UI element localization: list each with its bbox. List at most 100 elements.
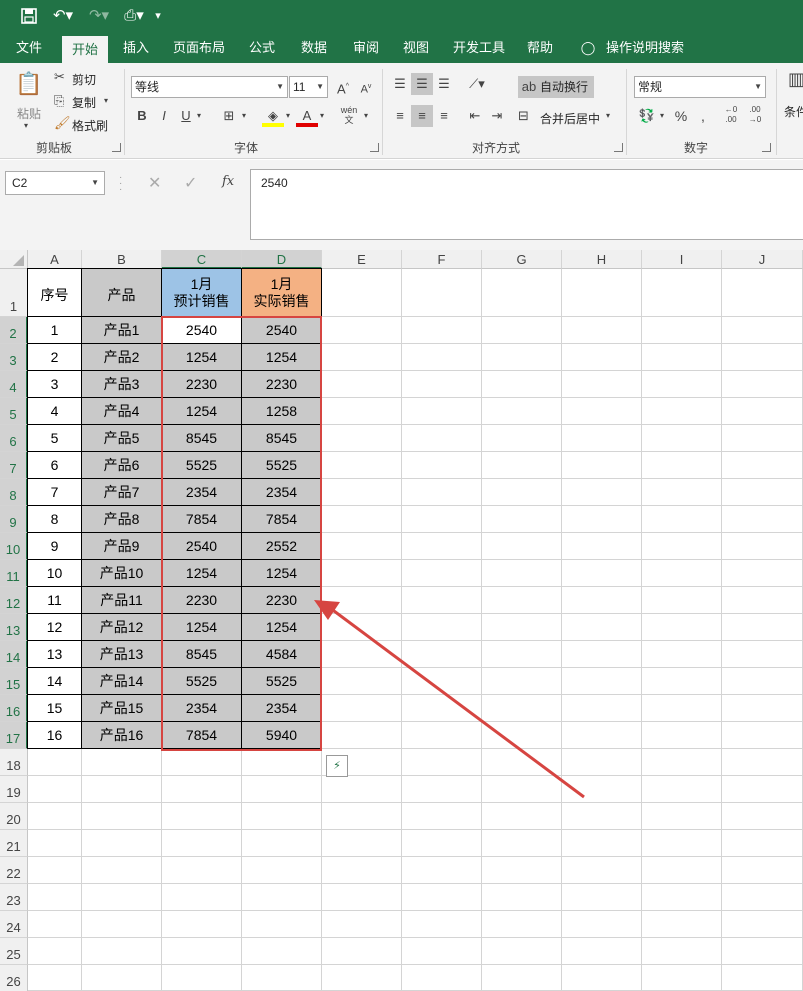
decrease-decimal-icon[interactable]: .00 →0	[744, 105, 766, 127]
row-header-25[interactable]: 25	[0, 938, 28, 965]
row-header-2[interactable]: 2	[0, 317, 28, 344]
row-header-12[interactable]: 12	[0, 587, 28, 614]
cell-product[interactable]: 产品5	[82, 425, 161, 451]
row-header-13[interactable]: 13	[0, 614, 28, 641]
cell-product[interactable]: 产品8	[82, 506, 161, 532]
cell-product[interactable]: 产品7	[82, 479, 161, 505]
cell-product[interactable]: 产品10	[82, 560, 161, 586]
row-header-20[interactable]: 20	[0, 803, 28, 830]
cell-seq[interactable]: 7	[28, 479, 81, 505]
header-cell-seq[interactable]: 序号	[28, 269, 81, 316]
header-cell-plan[interactable]: 1月 预计销售	[162, 269, 241, 316]
cell-seq[interactable]: 10	[28, 560, 81, 586]
align-middle-icon[interactable]: ☰	[411, 73, 433, 95]
cell-seq[interactable]: 2	[28, 344, 81, 370]
column-header-j[interactable]: J	[722, 250, 803, 269]
clipboard-launcher-icon[interactable]	[112, 143, 121, 152]
header-cell-product[interactable]: 产品	[82, 269, 161, 316]
cell-product[interactable]: 产品11	[82, 587, 161, 613]
tab-home[interactable]: 开始	[62, 36, 108, 63]
cell-product[interactable]: 产品3	[82, 371, 161, 397]
select-all-corner[interactable]	[0, 250, 28, 269]
cell-seq[interactable]: 15	[28, 695, 81, 721]
decrease-indent-icon[interactable]: ⇤	[464, 105, 486, 127]
row-header-21[interactable]: 21	[0, 830, 28, 857]
cell-product[interactable]: 产品2	[82, 344, 161, 370]
conditional-format-icon[interactable]: ▥	[788, 69, 803, 90]
format-painter-button[interactable]: 格式刷	[72, 117, 108, 134]
cell-product[interactable]: 产品15	[82, 695, 161, 721]
insert-function-icon[interactable]: fx	[222, 174, 234, 189]
form-icon[interactable]: ⎙▾	[120, 4, 148, 28]
font-color-icon[interactable]: A	[296, 105, 318, 127]
row-header-19[interactable]: 19	[0, 776, 28, 803]
fill-dropdown-icon[interactable]: ▾	[282, 105, 294, 127]
font-size-select[interactable]: 11 ▼	[289, 76, 328, 98]
row-header-23[interactable]: 23	[0, 884, 28, 911]
tab-developer[interactable]: 开发工具	[448, 33, 510, 63]
number-format-select[interactable]: 常规 ▼	[634, 76, 766, 98]
row-header-15[interactable]: 15	[0, 668, 28, 695]
tab-file[interactable]: 文件	[8, 33, 50, 63]
row-header-7[interactable]: 7	[0, 452, 28, 479]
row-header-9[interactable]: 9	[0, 506, 28, 533]
column-header-h[interactable]: H	[562, 250, 642, 269]
cancel-icon[interactable]: ✕	[148, 173, 161, 193]
phonetic-dropdown-icon[interactable]: ▾	[360, 105, 372, 127]
row-header-1[interactable]: 1	[0, 269, 28, 317]
increase-font-icon[interactable]: A^	[332, 76, 354, 98]
tab-formulas[interactable]: 公式	[242, 33, 282, 63]
merge-dropdown-icon[interactable]: ▾	[606, 111, 610, 120]
cell-seq[interactable]: 5	[28, 425, 81, 451]
phonetic-icon[interactable]: wén 文	[338, 105, 360, 127]
tab-view[interactable]: 视图	[396, 33, 436, 63]
tell-me-search[interactable]: 操作说明搜索	[602, 33, 688, 63]
accounting-format-icon[interactable]: 💱	[636, 105, 658, 127]
increase-indent-icon[interactable]: ⇥	[486, 105, 508, 127]
cell-seq[interactable]: 3	[28, 371, 81, 397]
cell-seq[interactable]: 9	[28, 533, 81, 559]
row-header-26[interactable]: 26	[0, 965, 28, 991]
align-top-icon[interactable]: ☰	[389, 73, 411, 95]
align-center-icon[interactable]: ≡	[411, 105, 433, 127]
name-box[interactable]: C2 ▼	[5, 171, 105, 195]
tab-insert[interactable]: 插入	[116, 33, 156, 63]
cell-product[interactable]: 产品9	[82, 533, 161, 559]
quick-analysis-icon[interactable]: ⚡	[326, 755, 348, 777]
column-header-a[interactable]: A	[28, 250, 82, 269]
cell-product[interactable]: 产品16	[82, 722, 161, 748]
font-name-select[interactable]: 等线 ▼	[131, 76, 288, 98]
header-cell-actual[interactable]: 1月 实际销售	[242, 269, 321, 316]
column-header-g[interactable]: G	[482, 250, 562, 269]
cell-product[interactable]: 产品1	[82, 317, 161, 343]
align-left-icon[interactable]: ≡	[389, 105, 411, 127]
row-header-24[interactable]: 24	[0, 911, 28, 938]
customize-qat-icon[interactable]: ▾	[150, 4, 166, 28]
row-header-14[interactable]: 14	[0, 641, 28, 668]
conditional-format-button[interactable]: 条件	[784, 103, 803, 120]
cell-product[interactable]: 产品6	[82, 452, 161, 478]
decrease-font-icon[interactable]: Av	[355, 76, 377, 98]
column-header-b[interactable]: B	[82, 250, 162, 269]
italic-button[interactable]: I	[153, 105, 175, 127]
cell-seq[interactable]: 4	[28, 398, 81, 424]
accounting-dropdown-icon[interactable]: ▾	[656, 105, 668, 127]
cell-product[interactable]: 产品14	[82, 668, 161, 694]
column-header-i[interactable]: I	[642, 250, 722, 269]
tab-help[interactable]: 帮助	[520, 33, 560, 63]
save-icon[interactable]	[18, 4, 40, 28]
cut-button[interactable]: 剪切	[72, 71, 96, 88]
cell-seq[interactable]: 1	[28, 317, 81, 343]
row-header-8[interactable]: 8	[0, 479, 28, 506]
row-header-3[interactable]: 3	[0, 344, 28, 371]
font-color-dropdown-icon[interactable]: ▾	[316, 105, 328, 127]
row-header-18[interactable]: 18	[0, 749, 28, 776]
column-header-d[interactable]: D	[242, 250, 322, 269]
font-launcher-icon[interactable]	[370, 143, 379, 152]
cell-product[interactable]: 产品12	[82, 614, 161, 640]
row-header-11[interactable]: 11	[0, 560, 28, 587]
redo-icon[interactable]: ↷▾	[84, 4, 114, 28]
alignment-launcher-icon[interactable]	[614, 143, 623, 152]
cell-seq[interactable]: 11	[28, 587, 81, 613]
border-icon[interactable]: ⊞	[218, 105, 240, 127]
